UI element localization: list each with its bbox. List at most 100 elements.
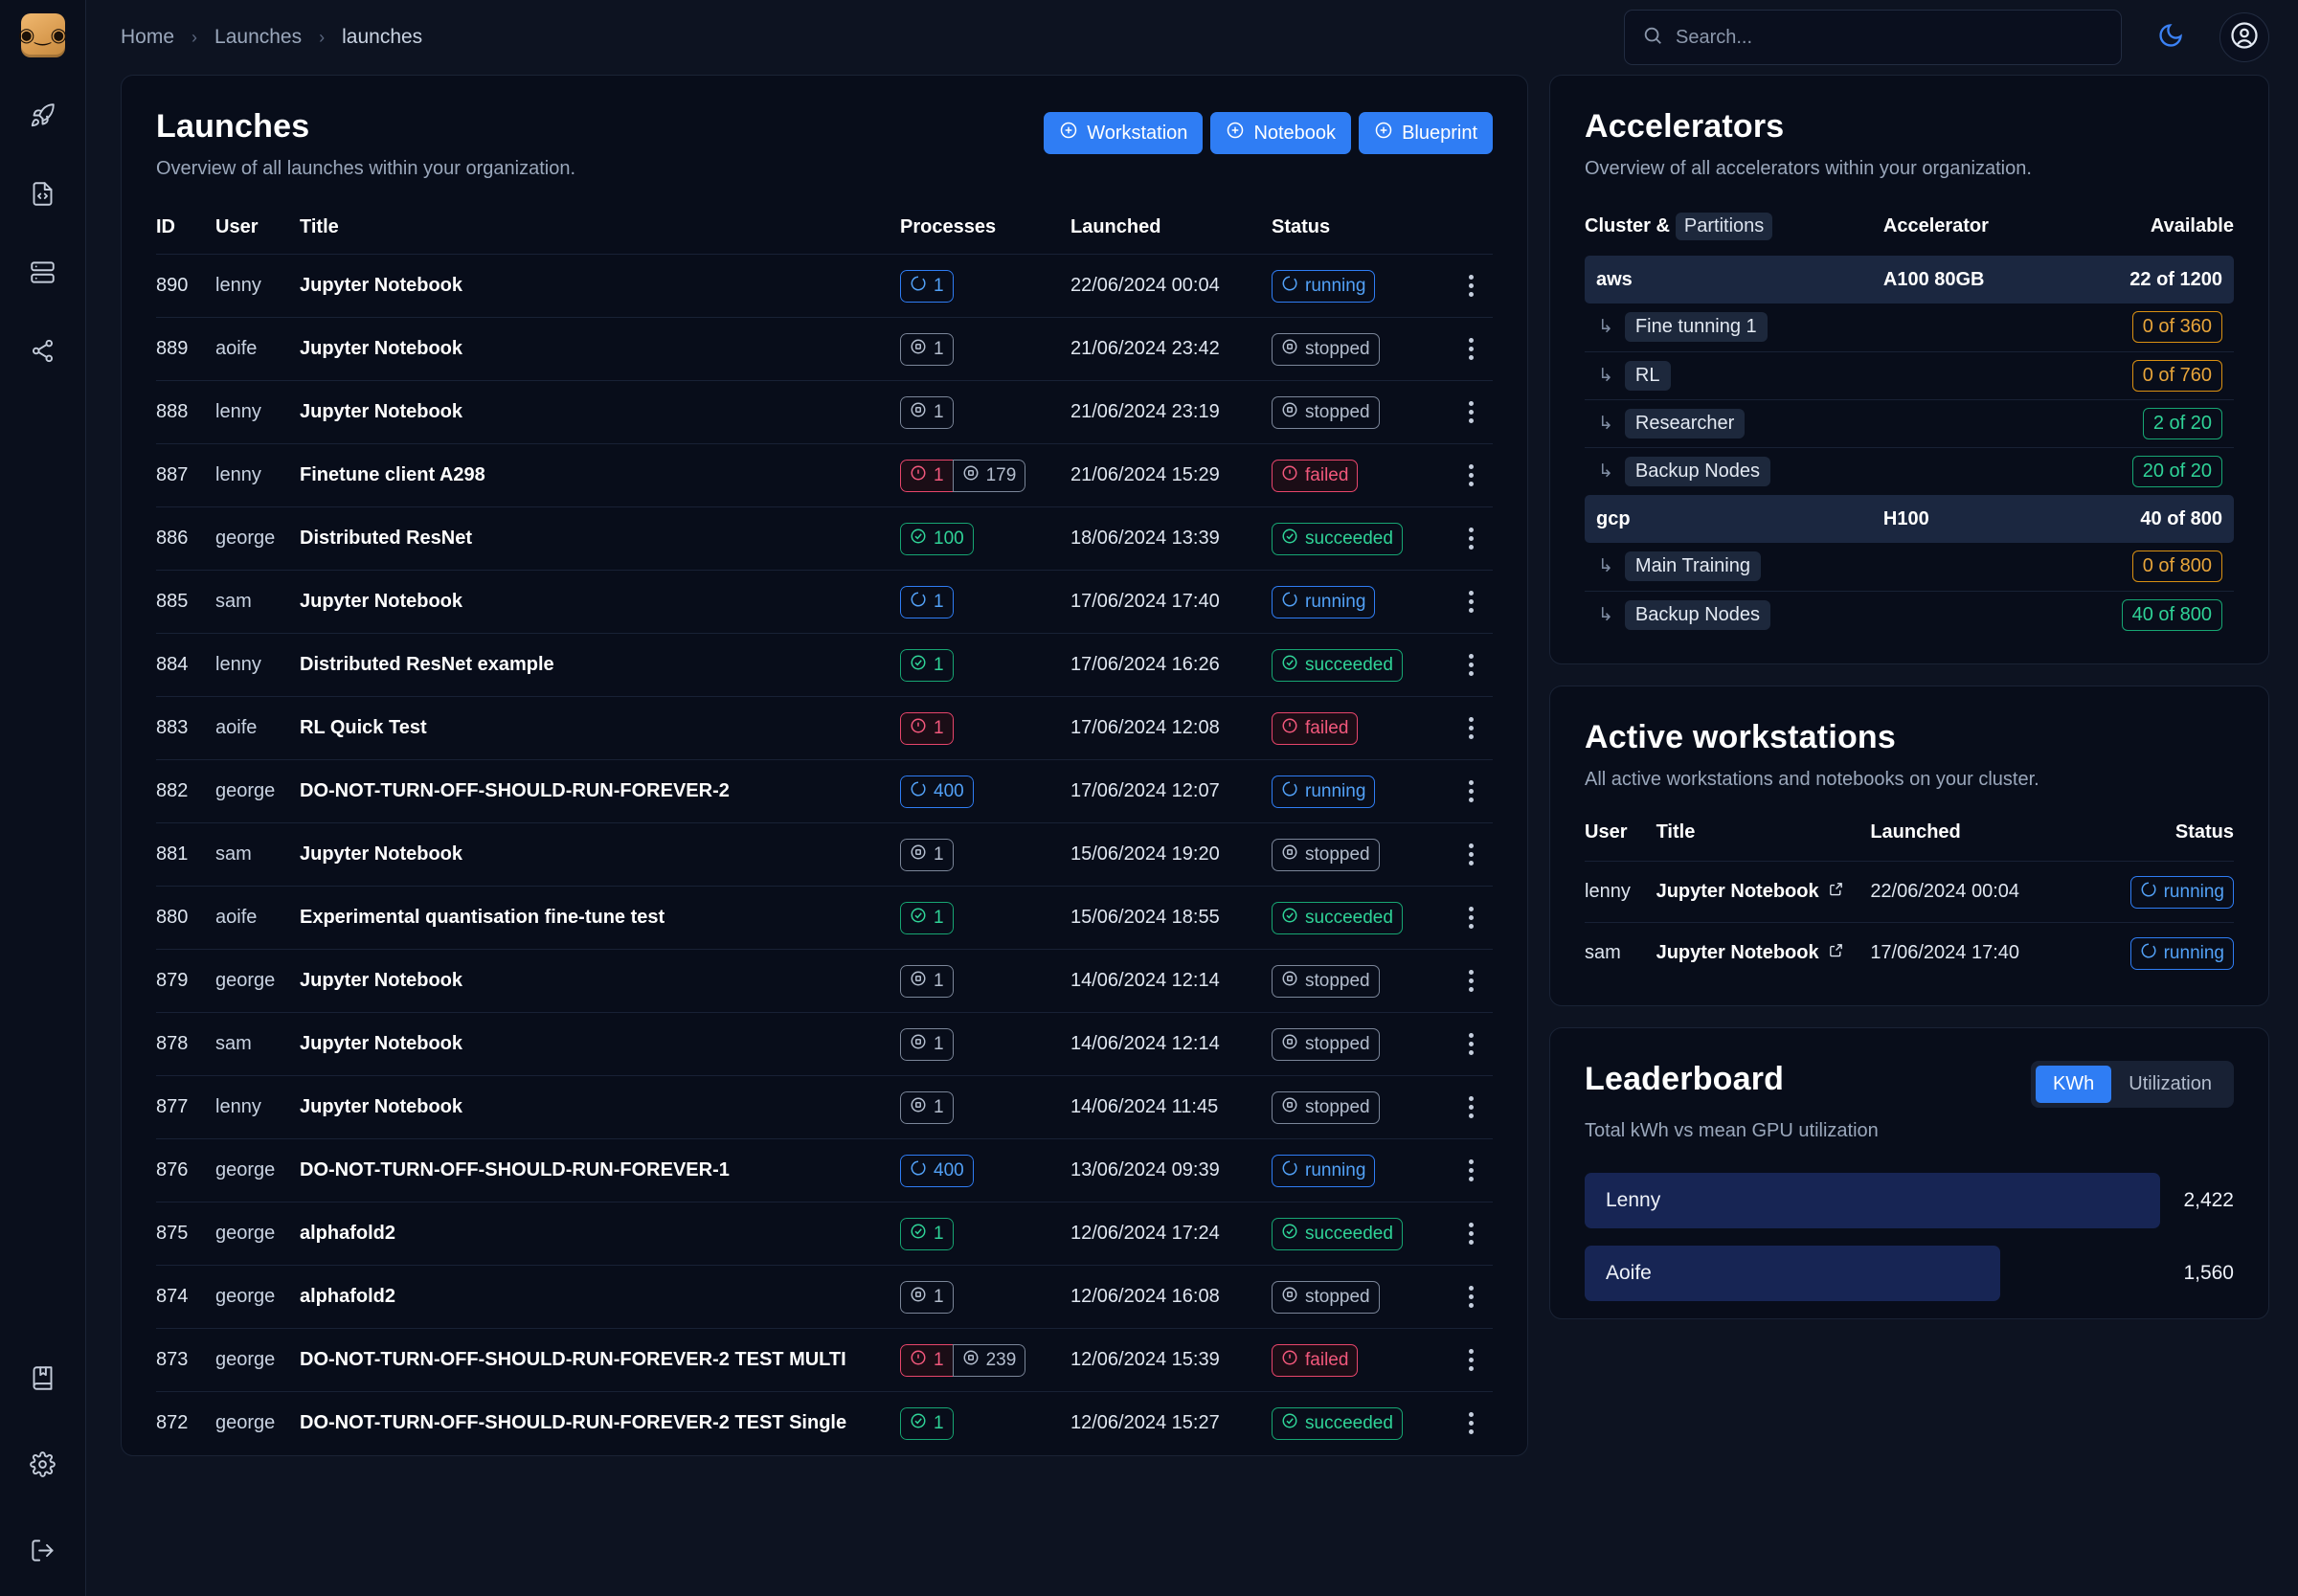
table-row[interactable]: 873georgeDO-NOT-TURN-OFF-SHOULD-RUN-FORE… <box>156 1329 1493 1392</box>
table-row[interactable]: lennyJupyter Notebook22/06/2024 00:04run… <box>1585 862 2234 923</box>
launches-table: ID User Title Processes Launched Status … <box>156 216 1493 1455</box>
accelerator-partition-row[interactable]: ↳Main Training0 of 800 <box>1585 543 2234 591</box>
cluster-name: aws <box>1585 256 1883 303</box>
avatar[interactable] <box>2219 12 2269 62</box>
row-menu-button[interactable] <box>1449 464 1493 486</box>
sidebar-item-settings[interactable] <box>21 1445 65 1489</box>
table-row[interactable]: 885samJupyter Notebook117/06/2024 17:40r… <box>156 571 1493 634</box>
table-row[interactable]: 876georgeDO-NOT-TURN-OFF-SHOULD-RUN-FORE… <box>156 1139 1493 1203</box>
launches-card: Launches Overview of all launches within… <box>121 75 1528 1456</box>
search-input[interactable] <box>1676 27 2104 49</box>
table-row[interactable]: 877lennyJupyter Notebook114/06/2024 11:4… <box>156 1076 1493 1139</box>
row-menu-button[interactable] <box>1449 1286 1493 1308</box>
accelerator-cluster-row[interactable]: gcpH10040 of 800 <box>1585 495 2234 543</box>
sidebar-item-launches[interactable] <box>21 96 65 140</box>
row-menu-button[interactable] <box>1449 528 1493 550</box>
table-row[interactable]: 881samJupyter Notebook115/06/2024 19:20s… <box>156 823 1493 887</box>
table-row[interactable]: 875georgealphafold2112/06/2024 17:24succ… <box>156 1203 1493 1266</box>
status-badge: succeeded <box>1272 1392 1449 1455</box>
sidebar-item-blueprints[interactable] <box>21 174 65 218</box>
new-notebook-button[interactable]: Notebook <box>1210 112 1351 154</box>
accelerator-partition-row[interactable]: ↳Researcher2 of 20 <box>1585 399 2234 447</box>
accelerator-partition-row[interactable]: ↳RL0 of 760 <box>1585 351 2234 399</box>
cell-processes: 1 <box>900 1392 1070 1455</box>
table-row[interactable]: 872georgeDO-NOT-TURN-OFF-SHOULD-RUN-FORE… <box>156 1392 1493 1455</box>
table-row[interactable]: 880aoifeExperimental quantisation fine-t… <box>156 887 1493 950</box>
table-row[interactable]: 883aoifeRL Quick Test117/06/2024 12:08fa… <box>156 697 1493 760</box>
row-menu-button[interactable] <box>1449 907 1493 929</box>
table-row[interactable]: 878samJupyter Notebook114/06/2024 12:14s… <box>156 1013 1493 1076</box>
process-chip-stopped: 1 <box>900 396 954 429</box>
cell-launched: 14/06/2024 12:14 <box>1070 1013 1272 1076</box>
sidebar-item-clusters[interactable] <box>21 253 65 297</box>
external-link-icon[interactable] <box>1828 942 1844 964</box>
cell-user: george <box>215 1392 300 1455</box>
status-chip-running: running <box>1272 270 1375 303</box>
availability-badge: 0 of 800 <box>2132 551 2222 582</box>
new-workstation-button[interactable]: Workstation <box>1044 112 1203 154</box>
row-menu-button[interactable] <box>1449 1223 1493 1245</box>
row-menu-button[interactable] <box>1449 401 1493 423</box>
cell-title[interactable]: Jupyter Notebook <box>1656 923 1871 984</box>
accelerator-partition-row[interactable]: ↳Backup Nodes40 of 800 <box>1585 591 2234 639</box>
table-row[interactable]: 890lennyJupyter Notebook122/06/2024 00:0… <box>156 255 1493 318</box>
workstations-subtitle: All active workstations and notebooks on… <box>1585 769 2234 791</box>
cell-user: lenny <box>215 444 300 507</box>
row-menu-button[interactable] <box>1449 843 1493 865</box>
cell-processes: 100 <box>900 507 1070 571</box>
table-row[interactable]: 874georgealphafold2112/06/2024 16:08stop… <box>156 1266 1493 1329</box>
row-menu-button[interactable] <box>1449 275 1493 297</box>
process-chip-stopped: 1 <box>900 333 954 366</box>
accelerator-cluster-row[interactable]: awsA100 80GB22 of 1200 <box>1585 256 2234 303</box>
sidebar-item-logout[interactable] <box>21 1531 65 1575</box>
stop-circle-icon <box>1281 843 1298 866</box>
cell-title: DO-NOT-TURN-OFF-SHOULD-RUN-FOREVER-2 <box>300 760 900 823</box>
table-row[interactable]: 882georgeDO-NOT-TURN-OFF-SHOULD-RUN-FORE… <box>156 760 1493 823</box>
toggle-utilization[interactable]: Utilization <box>2111 1066 2229 1103</box>
accelerator-partition-row[interactable]: ↳Backup Nodes20 of 20 <box>1585 447 2234 495</box>
cell-processes: 1 <box>900 1076 1070 1139</box>
table-row[interactable]: samJupyter Notebook17/06/2024 17:40runni… <box>1585 923 2234 984</box>
table-row[interactable]: 888lennyJupyter Notebook121/06/2024 23:1… <box>156 381 1493 444</box>
sidebar-item-workflows[interactable] <box>21 331 65 375</box>
search-box[interactable] <box>1624 10 2122 65</box>
cell-title[interactable]: Jupyter Notebook <box>1656 862 1871 923</box>
cell-launched: 17/06/2024 17:40 <box>1070 571 1272 634</box>
row-menu-button[interactable] <box>1449 1159 1493 1181</box>
table-row[interactable]: 889aoifeJupyter Notebook121/06/2024 23:4… <box>156 318 1493 381</box>
main-area: Home › Launches › launches <box>86 0 2298 1596</box>
table-row[interactable]: 887lennyFinetune client A298117921/06/20… <box>156 444 1493 507</box>
status-badge: running <box>1272 1139 1449 1203</box>
partition-label: Backup Nodes <box>1625 600 1770 630</box>
partition-label: RL <box>1625 361 1671 391</box>
sidebar-item-docs[interactable] <box>21 1359 65 1403</box>
row-menu-button[interactable] <box>1449 654 1493 676</box>
table-row[interactable]: 886georgeDistributed ResNet10018/06/2024… <box>156 507 1493 571</box>
toggle-kwh[interactable]: KWh <box>2036 1066 2111 1103</box>
status-badge: succeeded <box>1272 634 1449 697</box>
row-menu-button[interactable] <box>1449 338 1493 360</box>
accelerator-partition-row[interactable]: ↳Fine tunning 10 of 360 <box>1585 303 2234 351</box>
breadcrumb-item-launches[interactable]: Launches <box>214 26 302 49</box>
box-mascot-logo[interactable]: ◉‿◉ <box>21 13 65 57</box>
external-link-icon[interactable] <box>1828 881 1844 903</box>
row-menu-button[interactable] <box>1449 780 1493 802</box>
cell-processes: 1 <box>900 571 1070 634</box>
new-blueprint-button[interactable]: Blueprint <box>1359 112 1493 154</box>
row-menu-button[interactable] <box>1449 970 1493 992</box>
breadcrumb-item-home[interactable]: Home <box>121 26 174 49</box>
row-menu-button[interactable] <box>1449 591 1493 613</box>
process-chip-succeeded: 100 <box>900 523 974 555</box>
row-menu-button[interactable] <box>1449 1349 1493 1371</box>
stop-circle-icon <box>910 1033 927 1056</box>
file-code-icon <box>30 181 56 212</box>
table-row[interactable]: 884lennyDistributed ResNet example117/06… <box>156 634 1493 697</box>
table-row[interactable]: 879georgeJupyter Notebook114/06/2024 12:… <box>156 950 1493 1013</box>
row-menu-button[interactable] <box>1449 1096 1493 1118</box>
sidebar-nav <box>21 96 65 375</box>
row-menu-button[interactable] <box>1449 1033 1493 1055</box>
row-menu-button[interactable] <box>1449 1412 1493 1434</box>
dark-mode-toggle[interactable] <box>2149 15 2193 59</box>
row-menu-button[interactable] <box>1449 717 1493 739</box>
cell-user: sam <box>215 1013 300 1076</box>
